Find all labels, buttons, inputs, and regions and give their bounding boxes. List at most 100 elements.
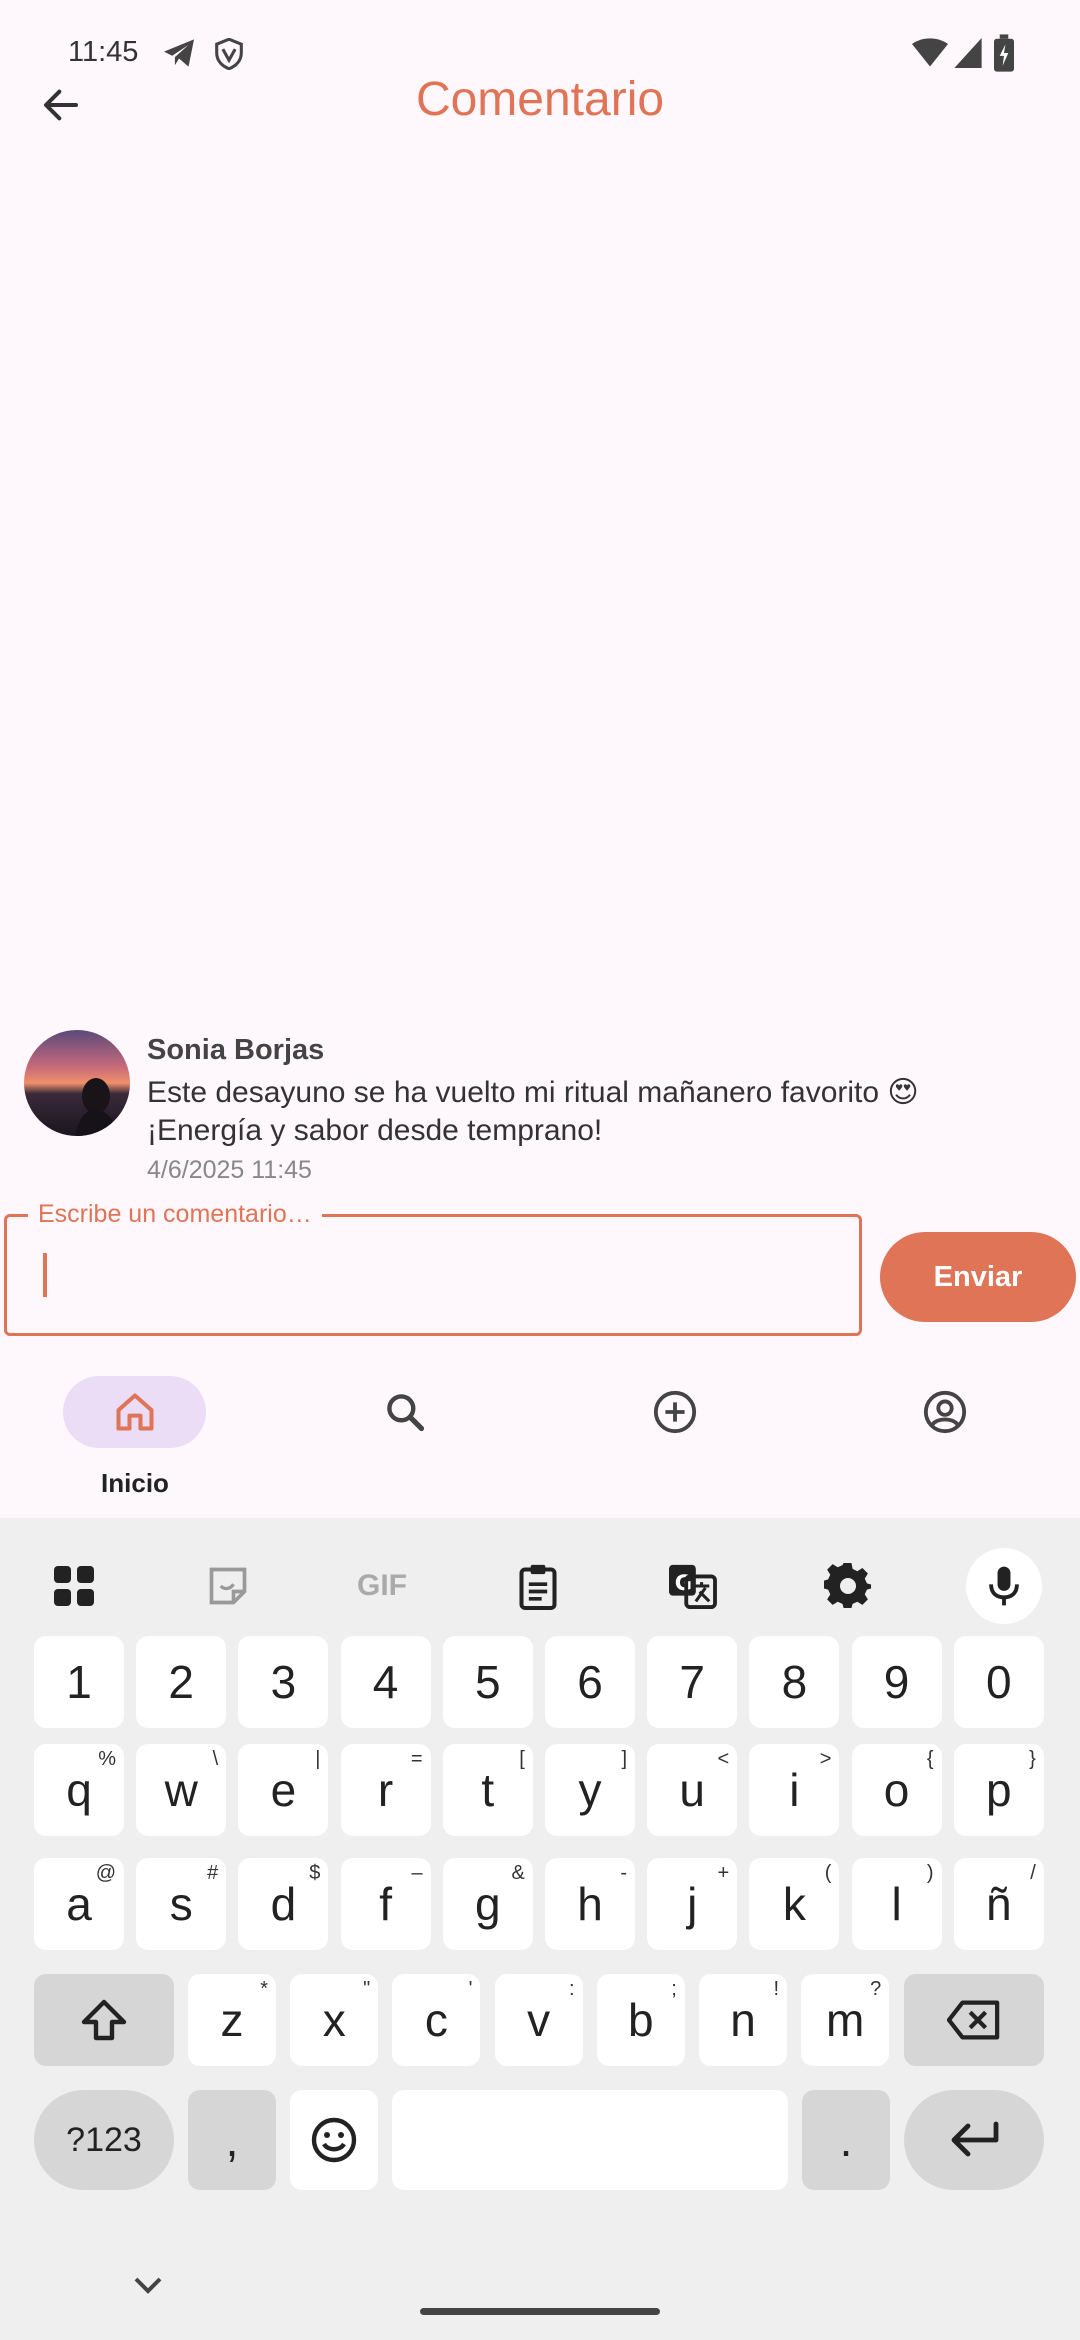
key-secondary-label: – bbox=[411, 1862, 423, 1884]
nav-icon-container bbox=[333, 1376, 476, 1448]
key-f[interactable]: f – bbox=[340, 1858, 431, 1950]
nav-item-home[interactable]: Inicio bbox=[0, 1368, 270, 1508]
key-label: 6 bbox=[577, 1656, 603, 1708]
keyboard-collapse-button[interactable] bbox=[128, 2270, 168, 2300]
key-k[interactable]: k( bbox=[749, 1858, 840, 1950]
key-secondary-label: < bbox=[717, 1748, 730, 1770]
nav-icon-container bbox=[603, 1376, 746, 1448]
comma-key[interactable]: , bbox=[188, 2090, 276, 2190]
symbols-key[interactable]: ?123 bbox=[34, 2090, 174, 2190]
settings-icon[interactable] bbox=[810, 1548, 886, 1624]
text-caret bbox=[43, 1253, 47, 1297]
key-label: 2 bbox=[168, 1656, 194, 1708]
key-y[interactable]: y] bbox=[545, 1744, 635, 1836]
translate-icon[interactable]: G bbox=[654, 1548, 730, 1624]
key-b[interactable]: b; bbox=[596, 1974, 685, 2066]
key-label: b bbox=[628, 1994, 654, 2046]
comment-input-box[interactable] bbox=[4, 1214, 862, 1336]
key-label: r bbox=[377, 1764, 394, 1816]
nav-active-indicator bbox=[63, 1376, 206, 1448]
shift-icon bbox=[81, 1999, 127, 2041]
send-button[interactable]: Enviar bbox=[880, 1232, 1076, 1322]
key-w[interactable]: w \ bbox=[136, 1744, 227, 1836]
key-2[interactable]: 2 bbox=[136, 1636, 227, 1728]
chevron-down-icon bbox=[134, 2277, 162, 2294]
key-j[interactable]: j + bbox=[647, 1858, 738, 1950]
key-secondary-label: > bbox=[819, 1748, 832, 1770]
key-z[interactable]: z * bbox=[188, 1974, 276, 2066]
key-label: y bbox=[578, 1764, 602, 1816]
key-1[interactable]: 1 bbox=[34, 1636, 124, 1728]
key-label: j bbox=[687, 1878, 698, 1930]
key-secondary-label: - bbox=[620, 1862, 627, 1884]
key-h[interactable]: h- bbox=[545, 1858, 635, 1950]
period-key[interactable]: . bbox=[802, 2090, 890, 2190]
key-ñ[interactable]: ñ / bbox=[953, 1858, 1044, 1950]
key-7[interactable]: 7 bbox=[647, 1636, 738, 1728]
key-d[interactable]: d $ bbox=[238, 1858, 329, 1950]
gesture-home-bar[interactable] bbox=[420, 2308, 660, 2315]
key-g[interactable]: g & bbox=[442, 1858, 533, 1950]
clipboard-icon[interactable] bbox=[500, 1548, 576, 1624]
key-label: l bbox=[891, 1878, 902, 1930]
add-circle-icon bbox=[653, 1390, 696, 1434]
key-secondary-label: * bbox=[260, 1978, 268, 2000]
key-p[interactable]: p} bbox=[953, 1744, 1044, 1836]
key-secondary-label: ) bbox=[926, 1862, 934, 1884]
gif-icon[interactable]: GIF bbox=[344, 1548, 420, 1624]
key-t[interactable]: t[ bbox=[442, 1744, 533, 1836]
key-u[interactable]: u < bbox=[647, 1744, 738, 1836]
key-0[interactable]: 0 bbox=[953, 1636, 1044, 1728]
key-m[interactable]: m? bbox=[801, 1974, 890, 2066]
enter-key[interactable] bbox=[904, 2090, 1044, 2190]
key-8[interactable]: 8 bbox=[749, 1636, 840, 1728]
emoji-icon bbox=[311, 2117, 357, 2163]
shift-key[interactable] bbox=[34, 1974, 174, 2066]
emoji-key[interactable] bbox=[290, 2090, 378, 2190]
key-label: w bbox=[164, 1764, 198, 1816]
mic-button[interactable] bbox=[966, 1548, 1042, 1624]
nav-item-add[interactable] bbox=[540, 1368, 810, 1508]
key-o[interactable]: o{ bbox=[851, 1744, 942, 1836]
key-i[interactable]: i > bbox=[749, 1744, 840, 1836]
sticker-icon[interactable] bbox=[190, 1548, 266, 1624]
home-icon bbox=[115, 1393, 154, 1431]
key-q[interactable]: q% bbox=[34, 1744, 124, 1836]
key-9[interactable]: 9 bbox=[851, 1636, 942, 1728]
key-secondary-label: " bbox=[363, 1978, 371, 2000]
key-label: h bbox=[577, 1878, 603, 1930]
comment-input-label: Escribe un comentario… bbox=[28, 1200, 322, 1229]
key-l[interactable]: l) bbox=[851, 1858, 942, 1950]
apps-grid-icon[interactable] bbox=[36, 1548, 112, 1624]
key-label: 3 bbox=[270, 1656, 297, 1708]
key-n[interactable]: n! bbox=[699, 1974, 787, 2066]
backspace-key[interactable] bbox=[904, 1974, 1044, 2066]
svg-text:G: G bbox=[675, 1570, 692, 1595]
key-3[interactable]: 3 bbox=[238, 1636, 329, 1728]
key-secondary-label: ' bbox=[468, 1978, 473, 2000]
comment-input[interactable] bbox=[7, 1217, 859, 1333]
nav-item-profile[interactable] bbox=[810, 1368, 1080, 1508]
key-5[interactable]: 5 bbox=[442, 1636, 533, 1728]
key-secondary-label: ( bbox=[824, 1862, 832, 1884]
account-circle-icon bbox=[923, 1390, 966, 1434]
key-s[interactable]: s # bbox=[136, 1858, 227, 1950]
key-label: f bbox=[379, 1878, 392, 1930]
key-a[interactable]: a @ bbox=[34, 1858, 124, 1950]
key-label: x bbox=[322, 1994, 346, 2046]
key-label: ñ bbox=[986, 1878, 1012, 1930]
key-v[interactable]: v: bbox=[494, 1974, 583, 2066]
key-6[interactable]: 6 bbox=[545, 1636, 635, 1728]
comment-author: Sonia Borjas bbox=[147, 1034, 325, 1066]
comment-text: Este desayuno se ha vuelto mi ritual mañ… bbox=[147, 1076, 919, 1147]
key-c[interactable]: c ' bbox=[392, 1974, 481, 2066]
key-secondary-label: : bbox=[569, 1978, 575, 2000]
key-r[interactable]: r = bbox=[340, 1744, 431, 1836]
nav-item-search[interactable] bbox=[270, 1368, 540, 1508]
key-secondary-label: ; bbox=[671, 1978, 677, 2000]
space-key[interactable] bbox=[392, 2090, 788, 2190]
key-x[interactable]: x " bbox=[290, 1974, 379, 2066]
key-e[interactable]: e | bbox=[238, 1744, 329, 1836]
key-4[interactable]: 4 bbox=[340, 1636, 431, 1728]
key-label: 8 bbox=[781, 1656, 808, 1708]
